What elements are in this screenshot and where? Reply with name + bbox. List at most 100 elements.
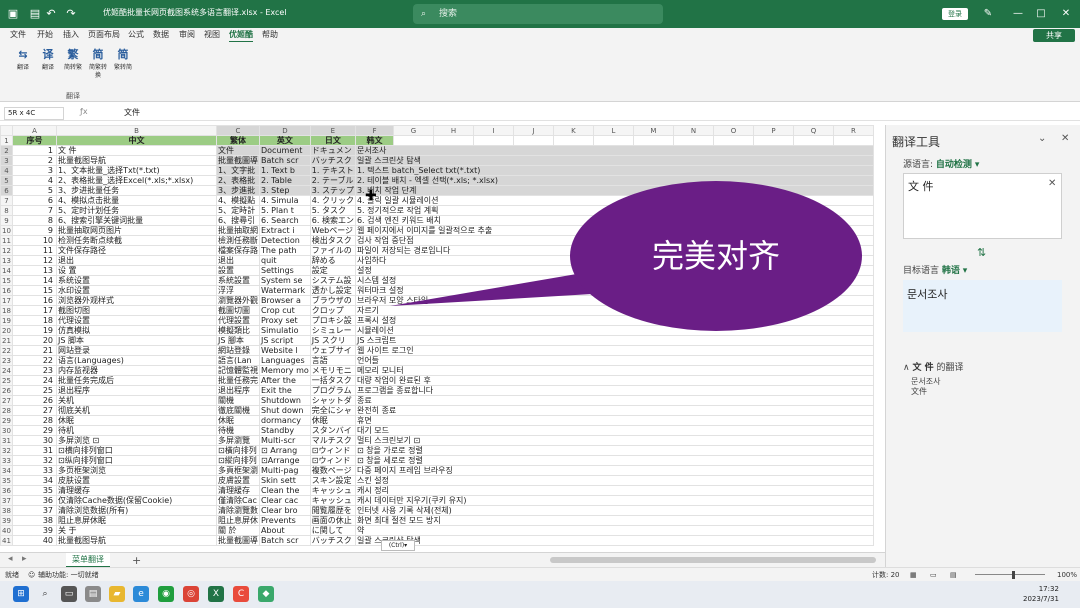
row-header[interactable]: 9 — [0, 215, 13, 226]
column-header[interactable]: H — [432, 125, 474, 136]
maximize-button[interactable]: □ — [1033, 6, 1049, 22]
column-header[interactable]: J — [512, 125, 554, 136]
chrome-icon[interactable]: ◎ — [183, 586, 199, 602]
clock[interactable]: 17:32 2023/7/31 — [1023, 584, 1059, 604]
data-cell[interactable]: After the — [259, 375, 311, 386]
row-header[interactable]: 38 — [0, 505, 13, 516]
empty-cell[interactable] — [832, 135, 874, 146]
header-cell[interactable]: 繁体 — [216, 135, 260, 146]
data-cell[interactable]: Proxy set — [259, 315, 311, 326]
data-cell[interactable]: JS 스크립트 — [354, 335, 874, 346]
data-cell[interactable]: 僅清除Cac — [216, 495, 260, 506]
row-header[interactable]: 16 — [0, 285, 13, 296]
data-cell[interactable]: ウェブサイ — [309, 345, 356, 356]
tab-insert[interactable]: 插入 — [63, 29, 79, 41]
data-cell[interactable]: ⊡ 창을 가로로 정렬 — [354, 445, 874, 456]
data-cell[interactable]: Shut down — [259, 405, 311, 416]
empty-cell[interactable] — [752, 135, 794, 146]
data-cell[interactable]: 言語 — [309, 355, 356, 366]
data-cell[interactable]: 33 — [12, 465, 57, 476]
data-cell[interactable]: Browser a — [259, 295, 311, 306]
data-cell[interactable]: Watermark — [259, 285, 311, 296]
row-header[interactable]: 29 — [0, 415, 13, 426]
data-cell[interactable]: 批量截圖導 — [216, 535, 260, 546]
data-cell[interactable]: シャットダ — [309, 395, 356, 406]
row-header[interactable]: 5 — [0, 175, 13, 186]
row-header[interactable]: 6 — [0, 185, 13, 196]
redo-icon[interactable]: ↷ — [64, 7, 78, 21]
data-cell[interactable]: Clean the — [259, 485, 311, 496]
data-cell[interactable]: 27 — [12, 405, 57, 416]
row-header[interactable]: 27 — [0, 395, 13, 406]
data-cell[interactable]: 34 — [12, 475, 57, 486]
empty-cell[interactable] — [392, 135, 434, 146]
data-cell[interactable]: 인터넷 사용 기록 삭제(전체) — [354, 505, 874, 516]
data-cell[interactable]: Webページ — [309, 225, 356, 236]
data-cell[interactable]: 批量抽取网页图片 — [56, 225, 217, 236]
empty-cell[interactable] — [432, 135, 474, 146]
data-cell[interactable]: dormancy — [259, 415, 311, 426]
pane-close-icon[interactable]: ✕ — [1061, 133, 1069, 144]
data-cell[interactable]: 文件 — [216, 145, 260, 156]
app-green-icon[interactable]: ◆ — [258, 586, 274, 602]
data-cell[interactable]: 다중 페이지 프레임 브라우징 — [354, 465, 874, 476]
data-cell[interactable]: 水印设置 — [56, 285, 217, 296]
row-header[interactable]: 21 — [0, 335, 13, 346]
data-cell[interactable]: 模擬類比 — [216, 325, 260, 336]
data-cell[interactable]: 38 — [12, 515, 57, 526]
data-cell[interactable]: 網站登錄 — [216, 345, 260, 356]
row-header[interactable]: 13 — [0, 255, 13, 266]
data-cell[interactable]: 36 — [12, 495, 57, 506]
data-cell[interactable]: Detection — [259, 235, 311, 246]
data-cell[interactable]: 截圖切圖 — [216, 305, 260, 316]
data-cell[interactable]: 待機 — [216, 425, 260, 436]
data-cell[interactable]: 13 — [12, 265, 57, 276]
row-header[interactable]: 3 — [0, 155, 13, 166]
data-cell[interactable]: ⊡纵向排列窗口 — [56, 455, 217, 466]
data-cell[interactable]: 39 — [12, 525, 57, 536]
close-button[interactable]: ✕ — [1058, 6, 1074, 22]
data-cell[interactable]: ⊡ウィンド — [309, 455, 356, 466]
data-cell[interactable]: 一括タスク — [309, 375, 356, 386]
data-cell[interactable]: メモリモニ — [309, 365, 356, 376]
data-cell[interactable]: 多屏浏览 ⊡ — [56, 435, 217, 446]
data-cell[interactable]: Exit the — [259, 385, 311, 396]
empty-cell[interactable] — [512, 135, 554, 146]
row-header[interactable]: 7 — [0, 195, 13, 206]
column-header[interactable]: E — [309, 125, 356, 136]
data-cell[interactable]: 文 件 — [56, 145, 217, 156]
data-cell[interactable]: 12 — [12, 255, 57, 266]
data-cell[interactable]: 일괄 스크린샷 탐색 — [354, 535, 874, 546]
data-cell[interactable]: 清理缓存 — [56, 485, 217, 496]
data-cell[interactable]: ⊡ウィンド — [309, 445, 356, 456]
data-cell[interactable]: 文件保存路径 — [56, 245, 217, 256]
formula-input[interactable]: 文件 — [124, 107, 140, 118]
normal-view-icon[interactable]: ▦ — [910, 568, 917, 582]
row-header[interactable]: 37 — [0, 495, 13, 506]
data-cell[interactable]: Batch scr — [259, 155, 311, 166]
data-cell[interactable]: JS script — [259, 335, 311, 346]
data-cell[interactable]: 1、文字批 — [216, 165, 260, 176]
row-header[interactable]: 11 — [0, 235, 13, 246]
tab-file[interactable]: 文件 — [10, 29, 26, 41]
data-cell[interactable]: 批量任務完 — [216, 375, 260, 386]
data-cell[interactable]: 22 — [12, 355, 57, 366]
column-header[interactable]: I — [472, 125, 514, 136]
prev-sheet-icon[interactable]: ◂ — [8, 554, 13, 564]
data-cell[interactable]: 프로그램을 종료합니다 — [354, 385, 874, 396]
data-cell[interactable]: 26 — [12, 395, 57, 406]
data-cell[interactable]: Languages — [259, 355, 311, 366]
data-cell[interactable]: 32 — [12, 455, 57, 466]
data-cell[interactable]: System se — [259, 275, 311, 286]
data-cell[interactable]: 대량 작업이 완료된 후 — [354, 375, 874, 386]
data-cell[interactable]: Standby — [259, 425, 311, 436]
data-cell[interactable]: 浏览器外观样式 — [56, 295, 217, 306]
data-cell[interactable]: 일괄 스크린샷 탐색 — [354, 155, 874, 166]
data-cell[interactable]: 1. Text b — [259, 165, 311, 176]
data-cell[interactable]: 設定 — [309, 265, 356, 276]
data-cell[interactable]: 截图切图 — [56, 305, 217, 316]
data-cell[interactable]: スタンバイ — [309, 425, 356, 436]
search-icon[interactable]: ⌕ — [37, 586, 53, 602]
data-cell[interactable]: ⊡ 창을 세로로 정렬 — [354, 455, 874, 466]
result-heading[interactable]: ∧ 文 件 的翻译 — [903, 360, 964, 373]
